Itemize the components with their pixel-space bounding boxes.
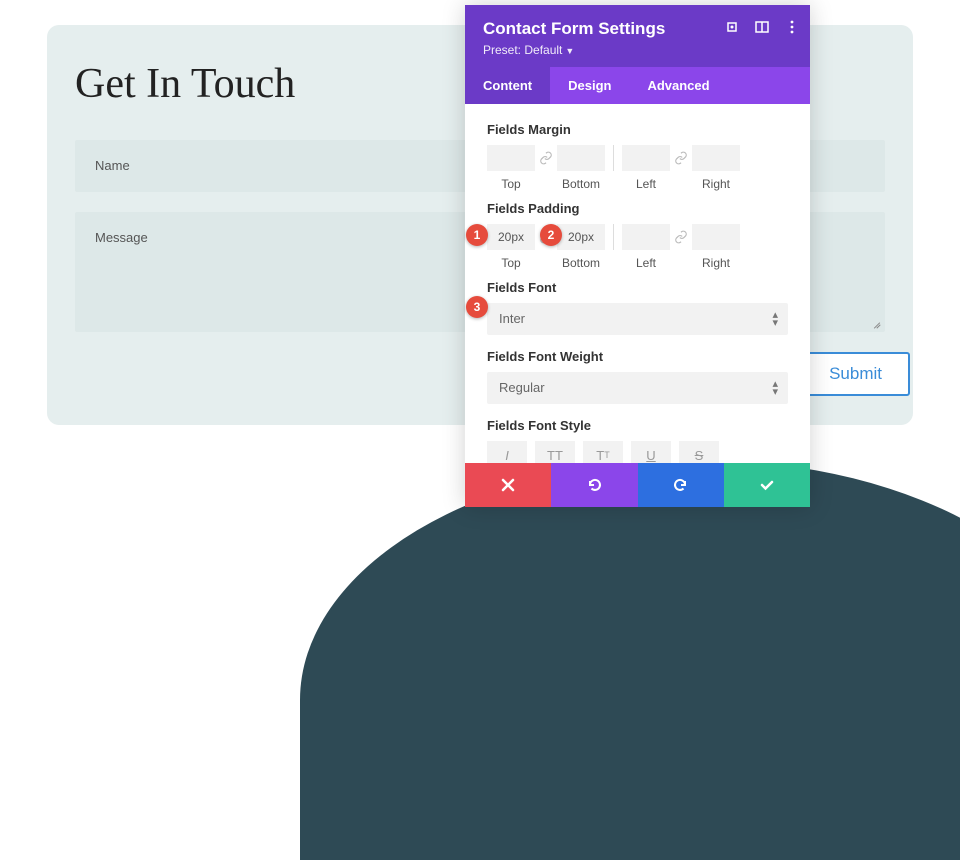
margin-right-input[interactable] (692, 145, 740, 171)
settings-panel: Contact Form Settings Preset: Default▼ C… (465, 5, 810, 507)
fields-font-select[interactable]: Inter ▴▾ (487, 303, 788, 335)
fields-padding-row: Top Bottom Left Right (487, 224, 788, 270)
strikethrough-button[interactable]: S (679, 441, 719, 463)
name-placeholder: Name (95, 158, 130, 173)
annotation-marker-3: 3 (466, 296, 488, 318)
panel-header: Contact Form Settings Preset: Default▼ (465, 5, 810, 67)
fields-font-weight-select[interactable]: Regular ▴▾ (487, 372, 788, 404)
padding-left-input[interactable] (622, 224, 670, 250)
margin-top-input[interactable] (487, 145, 535, 171)
message-placeholder: Message (95, 230, 148, 245)
page-heading: Get In Touch (75, 60, 295, 108)
redo-button[interactable] (638, 463, 724, 507)
fields-padding-label: Fields Padding (487, 201, 788, 216)
undo-button[interactable] (551, 463, 637, 507)
link-horizontal-icon[interactable] (670, 224, 692, 250)
fields-font-weight-label: Fields Font Weight (487, 349, 788, 364)
decorative-curve (300, 460, 960, 860)
annotation-marker-1: 1 (466, 224, 488, 246)
kebab-menu-icon[interactable] (784, 19, 800, 35)
fields-margin-row: Top Bottom Left Right (487, 145, 788, 191)
fields-font-label: Fields Font (487, 280, 788, 295)
spacing-separator (613, 145, 614, 171)
margin-bottom-input[interactable] (557, 145, 605, 171)
expand-icon[interactable] (724, 19, 740, 35)
underline-button[interactable]: U (631, 441, 671, 463)
select-caret-icon: ▴▾ (772, 380, 778, 396)
annotation-marker-2: 2 (540, 224, 562, 246)
preset-selector[interactable]: Preset: Default▼ (483, 43, 792, 57)
tab-design[interactable]: Design (550, 67, 629, 104)
link-horizontal-icon[interactable] (670, 145, 692, 171)
fields-font-style-label: Fields Font Style (487, 418, 788, 433)
link-vertical-icon[interactable] (535, 145, 557, 171)
tab-content[interactable]: Content (465, 67, 550, 104)
smallcaps-button[interactable]: TT (583, 441, 623, 463)
padding-right-input[interactable] (692, 224, 740, 250)
chevron-down-icon: ▼ (565, 46, 574, 56)
spacing-separator (613, 224, 614, 250)
padding-bottom-input[interactable] (557, 224, 605, 250)
panel-tabs: Content Design Advanced (465, 67, 810, 104)
uppercase-button[interactable]: TT (535, 441, 575, 463)
fields-margin-label: Fields Margin (487, 122, 788, 137)
columns-icon[interactable] (754, 19, 770, 35)
panel-footer (465, 463, 810, 507)
textarea-resize-handle[interactable] (871, 318, 881, 328)
margin-left-input[interactable] (622, 145, 670, 171)
panel-body: Fields Margin Top Bottom Left Right Fiel… (465, 104, 810, 463)
cancel-button[interactable] (465, 463, 551, 507)
save-button[interactable] (724, 463, 810, 507)
padding-top-input[interactable] (487, 224, 535, 250)
font-style-buttons: I TT TT U S (487, 441, 788, 463)
select-caret-icon: ▴▾ (772, 311, 778, 327)
submit-button[interactable]: Submit (801, 352, 910, 396)
italic-button[interactable]: I (487, 441, 527, 463)
tab-advanced[interactable]: Advanced (629, 67, 727, 104)
